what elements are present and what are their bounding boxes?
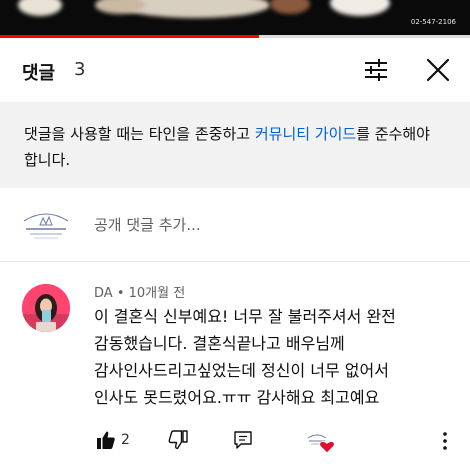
comment-actions: 2 <box>0 426 470 456</box>
comment-item: DA • 10개월 전 이 결혼식 신부예요! 너무 잘 불러주셔서 완전 감동… <box>0 262 470 470</box>
video-frame-highlight <box>330 0 390 16</box>
comment-author[interactable]: DA <box>94 286 113 301</box>
community-guidelines-link[interactable]: 커뮤니티 가이드 <box>255 125 356 143</box>
comments-title: 댓글 <box>22 63 56 84</box>
add-comment-input[interactable]: 공개 댓글 추가... <box>94 214 201 235</box>
video-frame-highlight <box>18 0 62 16</box>
add-comment-row[interactable]: 공개 댓글 추가... <box>0 188 470 262</box>
like-count: 2 <box>121 432 130 448</box>
thumbs-down-icon[interactable] <box>168 430 188 450</box>
comment-line: 감동했습니다. 결혼식끝나고 배우님께 <box>94 334 345 353</box>
video-corner-text: 02-547-2106 <box>410 18 456 26</box>
comment-line: 이 결혼식 신부예요! 너무 잘 불러주셔서 완전 <box>94 307 396 326</box>
comment-text: 이 결혼식 신부예요! 너무 잘 불러주셔서 완전 감동했습니다. 결혼식끝나고… <box>94 303 454 411</box>
video-frame-highlight <box>270 0 310 14</box>
commenter-avatar[interactable] <box>22 284 70 332</box>
creator-heart-icon <box>307 434 335 454</box>
user-avatar-logo <box>23 213 69 239</box>
reply-icon[interactable] <box>233 430 253 450</box>
sort-sliders-icon[interactable] <box>362 56 390 84</box>
more-options-icon[interactable] <box>436 429 454 453</box>
comment-time: 10개월 전 <box>128 286 186 301</box>
comment-line: 감사인사드리고싶었는데 정신이 너무 없어서 <box>94 361 389 380</box>
comments-count: 3 <box>74 59 86 80</box>
notice-text: 댓글을 사용할 때는 타인을 존중하고 <box>24 125 255 143</box>
close-icon[interactable] <box>424 56 452 84</box>
thumbs-up-filled-icon[interactable] <box>96 430 116 450</box>
video-player-strip[interactable]: 02-547-2106 <box>0 0 470 35</box>
community-guideline-notice: 댓글을 사용할 때는 타인을 존중하고 커뮤니티 가이드를 준수해야 합니다. <box>0 102 470 188</box>
comment-meta: DA • 10개월 전 <box>94 286 186 301</box>
comments-header: 댓글 3 <box>0 38 470 102</box>
comment-line: 인사도 못드렸어요.ㅠㅠ 감사해요 최고예요 <box>94 388 380 407</box>
